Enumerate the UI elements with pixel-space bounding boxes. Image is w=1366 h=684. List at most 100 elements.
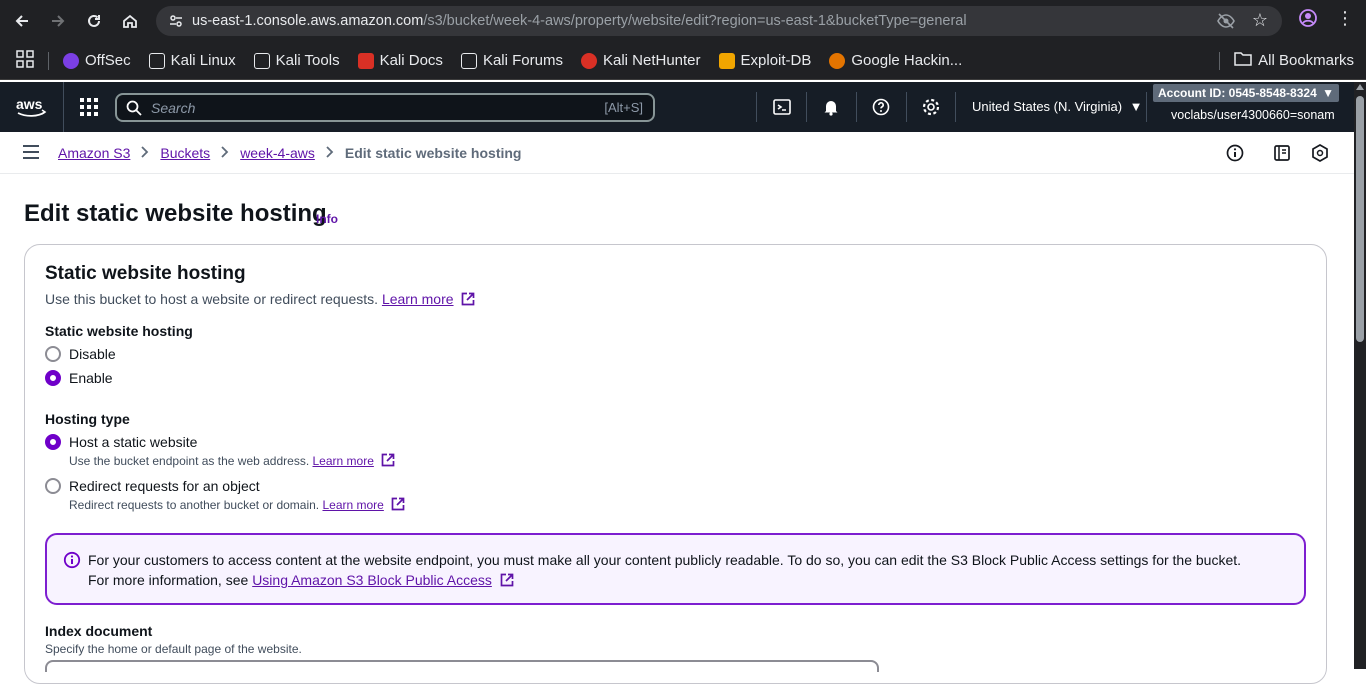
amazon-q-icon[interactable] <box>1310 143 1330 163</box>
ghdb-icon <box>829 52 846 69</box>
nav-divider <box>806 92 807 122</box>
info-link[interactable]: Info <box>316 212 338 226</box>
all-bookmarks[interactable]: All Bookmarks <box>1219 51 1354 71</box>
learn-more-link[interactable]: Learn more <box>322 498 383 512</box>
scroll-up-icon[interactable] <box>1356 84 1364 90</box>
host-static-description: Use the bucket endpoint as the web addre… <box>69 453 395 470</box>
learn-more-link[interactable]: Learn more <box>313 454 374 468</box>
breadcrumb-buckets[interactable]: Buckets <box>160 145 210 161</box>
bookmark-kali-nethunter[interactable]: Kali NetHunter <box>580 52 701 69</box>
nav-divider <box>906 92 907 122</box>
bookmark-google-hacking[interactable]: Google Hackin... <box>829 52 962 69</box>
bookmark-kali-forums[interactable]: Kali Forums <box>460 52 563 69</box>
kali-dragon-icon <box>148 52 165 69</box>
hosting-type-label: Hosting type <box>45 411 130 427</box>
static-website-hosting-panel: Static website hosting Use this bucket t… <box>24 244 1327 684</box>
url-domain: us-east-1.console.aws.amazon.com <box>192 13 424 29</box>
back-icon[interactable] <box>4 3 40 39</box>
kali-dragon-icon <box>460 52 477 69</box>
forward-icon[interactable] <box>40 3 76 39</box>
info-panel-icon[interactable] <box>1225 143 1245 163</box>
menu-kebab-icon[interactable]: ⋮ <box>1336 8 1354 29</box>
apps-grid-icon[interactable] <box>16 49 34 72</box>
bookmarks-bar: OffSec Kali Linux Kali Tools Kali Docs K… <box>0 42 1366 80</box>
region-selector[interactable]: United States (N. Virginia) ▼ <box>972 99 1143 114</box>
cloudshell-icon[interactable] <box>769 94 795 120</box>
alert-message: For your customers to access content at … <box>88 550 1241 592</box>
kali-docs-icon <box>357 52 374 69</box>
search-icon <box>126 100 142 119</box>
url-path: /s3/bucket/week-4-aws/property/website/e… <box>423 13 967 29</box>
radio-button[interactable] <box>45 478 61 494</box>
aws-top-nav: aws Search [Alt+S] United States (N. Vir… <box>0 82 1354 132</box>
external-link-icon <box>391 497 405 514</box>
nav-divider <box>856 92 857 122</box>
index-document-input[interactable] <box>45 660 879 672</box>
site-settings-icon[interactable] <box>168 13 184 29</box>
external-link-icon <box>500 572 514 592</box>
reload-icon[interactable] <box>76 3 112 39</box>
bookmark-star-icon[interactable]: ☆ <box>1252 10 1268 31</box>
exploit-db-icon <box>718 52 735 69</box>
breadcrumb-bucket[interactable]: week-4-aws <box>240 145 315 161</box>
caret-down-icon: ▼ <box>1322 86 1334 100</box>
address-bar[interactable]: us-east-1.console.aws.amazon.com/s3/buck… <box>156 6 1282 36</box>
tracking-protection-icon[interactable] <box>1216 12 1236 34</box>
radio-enable[interactable]: Enable <box>45 370 113 386</box>
search-placeholder: Search <box>151 99 196 116</box>
info-icon <box>63 551 81 572</box>
radio-button-checked[interactable] <box>45 434 61 450</box>
block-public-access-link[interactable]: Using Amazon S3 Block Public Access <box>252 572 492 588</box>
radio-button-checked[interactable] <box>45 370 61 386</box>
help-icon[interactable] <box>868 94 894 120</box>
side-nav-menu-icon[interactable] <box>22 144 40 163</box>
browser-toolbar: us-east-1.console.aws.amazon.com/s3/buck… <box>0 0 1366 42</box>
chevron-right-icon <box>140 145 150 161</box>
aws-logo[interactable]: aws <box>0 82 64 132</box>
panel-title: Static website hosting <box>45 263 246 284</box>
bookmark-kali-linux[interactable]: Kali Linux <box>148 52 236 69</box>
nav-divider <box>756 92 757 122</box>
bookmark-divider <box>48 51 49 70</box>
home-icon[interactable] <box>112 3 148 39</box>
notifications-bell-icon[interactable] <box>818 94 844 120</box>
chevron-right-icon <box>325 145 335 161</box>
bookmark-divider <box>1219 51 1221 70</box>
redirect-description: Redirect requests to another bucket or d… <box>69 497 405 514</box>
index-document-hint: Specify the home or default page of the … <box>45 642 302 656</box>
nav-divider <box>955 92 956 122</box>
notes-panel-icon[interactable] <box>1272 143 1292 163</box>
radio-disable[interactable]: Disable <box>45 346 116 362</box>
profile-icon[interactable] <box>1298 8 1318 31</box>
breadcrumb-bar: Amazon S3 Buckets week-4-aws Edit static… <box>0 132 1354 174</box>
breadcrumb-current: Edit static website hosting <box>344 145 522 161</box>
bookmark-kali-docs[interactable]: Kali Docs <box>357 52 443 69</box>
breadcrumb: Amazon S3 Buckets week-4-aws Edit static… <box>58 145 521 161</box>
folder-icon <box>1234 51 1252 71</box>
account-id-menu[interactable]: Account ID: 0545-8548-8324 ▼ <box>1153 84 1339 102</box>
radio-redirect-requests[interactable]: Redirect requests for an object <box>45 478 260 494</box>
nav-divider <box>1146 92 1147 122</box>
search-input[interactable]: Search [Alt+S] <box>115 93 655 122</box>
page-title: Edit static website hosting <box>24 200 327 227</box>
page-scrollbar[interactable] <box>1354 82 1366 669</box>
learn-more-link[interactable]: Learn more <box>382 291 454 307</box>
caret-down-icon: ▼ <box>1129 99 1143 114</box>
offsec-icon <box>63 52 79 69</box>
bookmark-kali-tools[interactable]: Kali Tools <box>253 52 340 69</box>
services-grid-icon[interactable] <box>64 82 114 132</box>
bookmark-exploit-db[interactable]: Exploit-DB <box>718 52 811 69</box>
index-document-label: Index document <box>45 623 153 639</box>
breadcrumb-amazon-s3[interactable]: Amazon S3 <box>58 145 130 161</box>
bookmark-offsec[interactable]: OffSec <box>63 52 131 69</box>
user-name[interactable]: voclabs/user4300660=sonam <box>1171 108 1335 122</box>
radio-button[interactable] <box>45 346 61 362</box>
external-link-icon <box>461 292 475 309</box>
scroll-thumb[interactable] <box>1356 96 1364 342</box>
svg-text:aws: aws <box>16 96 43 112</box>
radio-host-static-website[interactable]: Host a static website <box>45 434 197 450</box>
external-link-icon <box>381 453 395 470</box>
search-shortcut: [Alt+S] <box>604 100 643 115</box>
hosting-toggle-label: Static website hosting <box>45 323 193 339</box>
settings-gear-icon[interactable] <box>918 94 944 120</box>
